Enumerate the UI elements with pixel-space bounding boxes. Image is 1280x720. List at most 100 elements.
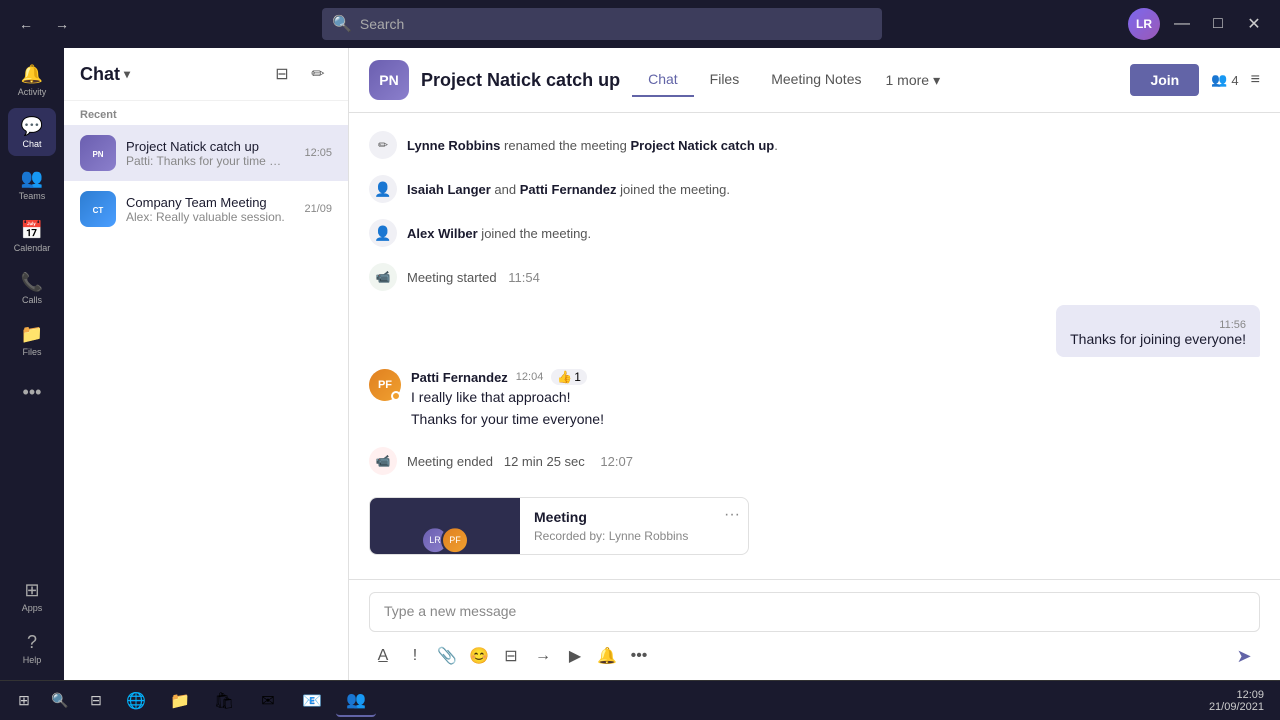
taskbar-store[interactable]: 🛍 xyxy=(204,685,244,717)
sidebar-item-help[interactable]: ? Help xyxy=(8,624,56,672)
sender-avatar: PF xyxy=(369,369,401,401)
outgoing-message: 11:56 Thanks for joining everyone! xyxy=(369,305,1260,357)
message-reaction[interactable]: 👍 1 xyxy=(551,369,587,385)
sidebar-label-calls: Calls xyxy=(22,295,42,305)
more-icon: ••• xyxy=(23,382,42,403)
video-card[interactable]: LR PF 10 min 16 sec ··· Meeting Recorded… xyxy=(369,497,749,555)
taskbar-edge[interactable]: 🌐 xyxy=(116,685,156,717)
sticker-button[interactable]: → xyxy=(529,642,557,670)
message-toolbar: A̲ ! 📎 😊 ⊟ → ▶ 🔔 ••• ➤ xyxy=(369,640,1260,672)
chat-list: PN Project Natick catch up Patti: Thanks… xyxy=(64,125,348,680)
participants-number: 4 xyxy=(1231,73,1238,88)
sidebar-item-apps[interactable]: ⊞ Apps xyxy=(8,572,56,620)
filter-button[interactable]: ⊟ xyxy=(268,60,296,88)
giphy-button[interactable]: ⊟ xyxy=(497,642,525,670)
rename-icon: ✏ xyxy=(369,131,397,159)
more-options-button[interactable]: ••• xyxy=(625,642,653,670)
schedule-button[interactable]: ▶ xyxy=(561,642,589,670)
video-recorder: Recorded by: Lynne Robbins xyxy=(534,529,734,543)
attach-button[interactable]: 📎 xyxy=(433,642,461,670)
back-button[interactable]: ← xyxy=(12,10,40,38)
tab-files[interactable]: Files xyxy=(694,63,756,97)
tab-more[interactable]: 1 more ▾ xyxy=(878,64,949,97)
join-button[interactable]: Join xyxy=(1130,64,1199,96)
message-content-in: Patti Fernandez 12:04 👍 1 I really like … xyxy=(411,369,1260,433)
tab-chat[interactable]: Chat xyxy=(632,63,694,97)
taskbar-clock: 12:09 21/09/2021 xyxy=(1209,689,1272,713)
taskbar-files[interactable]: 📁 xyxy=(160,685,200,717)
emoji-button[interactable]: 😊 xyxy=(465,642,493,670)
titlebar: ← → 🔍 LR — □ ✕ xyxy=(0,0,1280,48)
taskbar: ⊞ 🔍 ⊟ 🌐 📁 🛍 ✉ 📧 👥 12:09 21/09/2021 xyxy=(0,680,1280,720)
message-text-out: Thanks for joining everyone! xyxy=(1070,331,1246,347)
search-bar[interactable]: 🔍 xyxy=(322,8,882,40)
chat-panel-title: Chat ▾ xyxy=(80,64,130,85)
chat-panel: Chat ▾ ⊟ ✏ Recent PN Project Natick catc… xyxy=(64,48,349,680)
sidebar-item-activity[interactable]: 🔔 Activity xyxy=(8,56,56,104)
recorded-by-name: Lynne Robbins xyxy=(609,529,689,543)
chevron-down-icon: ▾ xyxy=(124,67,130,81)
task-view-button[interactable]: ⊟ xyxy=(80,685,112,717)
notification-button[interactable]: 🔔 xyxy=(593,642,621,670)
sidebar-item-more[interactable]: ••• xyxy=(8,368,56,416)
list-item[interactable]: PN Project Natick catch up Patti: Thanks… xyxy=(64,125,348,181)
taskbar-mail[interactable]: ✉ xyxy=(248,685,288,717)
meeting-started-text: Meeting started 11:54 xyxy=(407,270,540,285)
system-text-join2: Alex Wilber joined the meeting. xyxy=(407,226,591,241)
forward-button[interactable]: → xyxy=(48,10,76,38)
conv-header-right: Join 👥 4 ≡ xyxy=(1130,64,1260,96)
svg-text:CT: CT xyxy=(93,206,104,215)
message-input-box[interactable]: Type a new message xyxy=(369,592,1260,632)
sidebar-label-calendar: Calendar xyxy=(14,243,51,253)
format-button[interactable]: A̲ xyxy=(369,642,397,670)
meeting-ended-label: Meeting ended xyxy=(407,454,493,469)
tab-meeting-notes[interactable]: Meeting Notes xyxy=(755,63,877,97)
close-button[interactable]: ✕ xyxy=(1240,10,1268,38)
taskbar-outlook[interactable]: 📧 xyxy=(292,685,332,717)
sidebar-item-files[interactable]: 📁 Files xyxy=(8,316,56,364)
list-item[interactable]: CT Company Team Meeting Alex: Really val… xyxy=(64,181,348,237)
sidebar-label-apps: Apps xyxy=(22,603,43,613)
meeting-started-time: 11:54 xyxy=(508,270,540,285)
chat-panel-title-text: Chat xyxy=(80,64,120,85)
message-header-in: Patti Fernandez 12:04 👍 1 xyxy=(411,369,1260,385)
maximize-button[interactable]: □ xyxy=(1204,10,1232,38)
send-button[interactable]: ➤ xyxy=(1228,640,1260,672)
new-chat-button[interactable]: ✏ xyxy=(304,60,332,88)
calendar-icon: 📅 xyxy=(21,220,43,241)
avatar: CT xyxy=(80,191,116,227)
message-input-area: Type a new message A̲ ! 📎 😊 ⊟ → ▶ 🔔 ••• … xyxy=(349,579,1280,680)
video-more-button[interactable]: ··· xyxy=(724,506,740,524)
conversation-avatar: PN xyxy=(369,60,409,100)
sender-name: Patti Fernandez xyxy=(411,370,508,385)
sidebar-label-chat: Chat xyxy=(22,139,41,149)
sidebar-item-chat[interactable]: 💬 Chat xyxy=(8,108,56,156)
chat-item-time: 12:05 xyxy=(304,147,332,159)
message-bubble-out: 11:56 Thanks for joining everyone! xyxy=(1056,305,1260,357)
minimize-button[interactable]: — xyxy=(1168,10,1196,38)
user-avatar[interactable]: LR xyxy=(1128,8,1160,40)
chat-item-preview: Alex: Really valuable session. xyxy=(126,210,286,224)
avatar: PN xyxy=(80,135,116,171)
search-input[interactable] xyxy=(360,16,872,32)
activity-icon: 🔔 xyxy=(21,64,43,85)
sidebar-label-files: Files xyxy=(22,347,41,357)
join-icon2: 👤 xyxy=(369,219,397,247)
sidebar-item-calendar[interactable]: 📅 Calendar xyxy=(8,212,56,260)
start-button[interactable]: ⊞ xyxy=(8,685,40,717)
main-content: PN Project Natick catch up Chat Files Me… xyxy=(349,48,1280,680)
search-icon: 🔍 xyxy=(332,14,352,34)
system-event-join2: 👤 Alex Wilber joined the meeting. xyxy=(369,217,1260,249)
taskbar-teams[interactable]: 👥 xyxy=(336,685,376,717)
conversation-title: Project Natick catch up xyxy=(421,70,620,91)
participants-icon: 👥 xyxy=(1211,72,1227,88)
sidebar-item-teams[interactable]: 👥 Teams xyxy=(8,160,56,208)
chevron-down-icon: ▾ xyxy=(933,72,940,89)
list-view-button[interactable]: ≡ xyxy=(1251,71,1260,89)
recorded-by-label: Recorded by: xyxy=(534,529,605,543)
taskbar-search-button[interactable]: 🔍 xyxy=(44,685,76,717)
message-placeholder: Type a new message xyxy=(384,603,516,619)
sidebar-item-calls[interactable]: 📞 Calls xyxy=(8,264,56,312)
priority-button[interactable]: ! xyxy=(401,642,429,670)
tab-more-label: 1 more xyxy=(886,72,930,88)
